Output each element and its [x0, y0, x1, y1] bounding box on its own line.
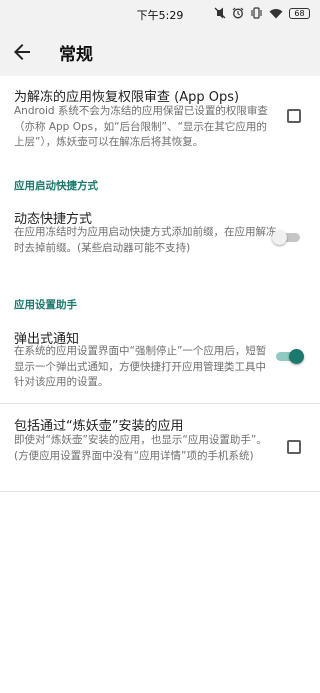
setting-summary: Android 系统不会为冻结的应用保留已设置的权限审查（亦称 App Ops，…: [14, 105, 268, 148]
status-icons: 68: [214, 7, 310, 19]
app-bar: 常规: [0, 28, 320, 76]
arrow-back-icon[interactable]: [10, 40, 34, 64]
review-permissions-checkbox[interactable]: [287, 109, 301, 123]
setting-item-include-installed[interactable]: 包括通过“炼妖壶”安装的应用 即使对“炼妖壶”安装的应用，也显示“应用设置助手”…: [0, 404, 320, 490]
page-title: 常规: [59, 45, 93, 65]
setting-summary: 在系统的应用设置界面中“强制停止”一个应用后，短暂显示一个弹出式通知，方便快捷打…: [14, 345, 267, 388]
include-installed-checkbox[interactable]: [287, 440, 301, 454]
setting-summary: 在应用冻结时为应用启动快捷方式添加前缀，在应用解冻时去掉前缀。(某些启动器可能不…: [14, 226, 277, 254]
setting-item-dynamic-shortcuts[interactable]: 动态快捷方式 在应用冻结时为应用启动快捷方式添加前缀，在应用解冻时去掉前缀。(某…: [0, 198, 320, 276]
setting-title: 为解冻的应用恢复权限审查 (App Ops): [14, 90, 240, 105]
setting-item-review-permissions[interactable]: 为解冻的应用恢复权限审查 (App Ops) Android 系统不会为冻结的应…: [0, 76, 320, 160]
setting-summary: 即使对“炼妖壶”安装的应用，也显示“应用设置助手”。(方便应用设置界面中没有“应…: [14, 434, 267, 462]
divider: [0, 491, 320, 492]
alarm-icon: [232, 7, 244, 19]
vibrate-icon: [250, 7, 263, 19]
popup-notification-switch[interactable]: [274, 346, 304, 366]
switch-thumb: [272, 230, 287, 245]
setting-title: 包括通过“炼妖壶”安装的应用: [14, 419, 184, 434]
section-header-shortcuts: 应用启动快捷方式: [14, 180, 98, 192]
battery-icon: 68: [289, 7, 310, 19]
status-bar: 下午5:29 68: [0, 0, 320, 28]
dynamic-shortcuts-switch[interactable]: [272, 227, 302, 247]
section-header-settings-helper: 应用设置助手: [14, 299, 77, 311]
switch-thumb: [289, 349, 304, 364]
setting-item-popup-notification[interactable]: 弹出式通知 在系统的应用设置界面中“强制停止”一个应用后，短暂显示一个弹出式通知…: [0, 318, 320, 402]
wifi-icon: [269, 8, 283, 19]
mute-icon: [214, 7, 226, 19]
